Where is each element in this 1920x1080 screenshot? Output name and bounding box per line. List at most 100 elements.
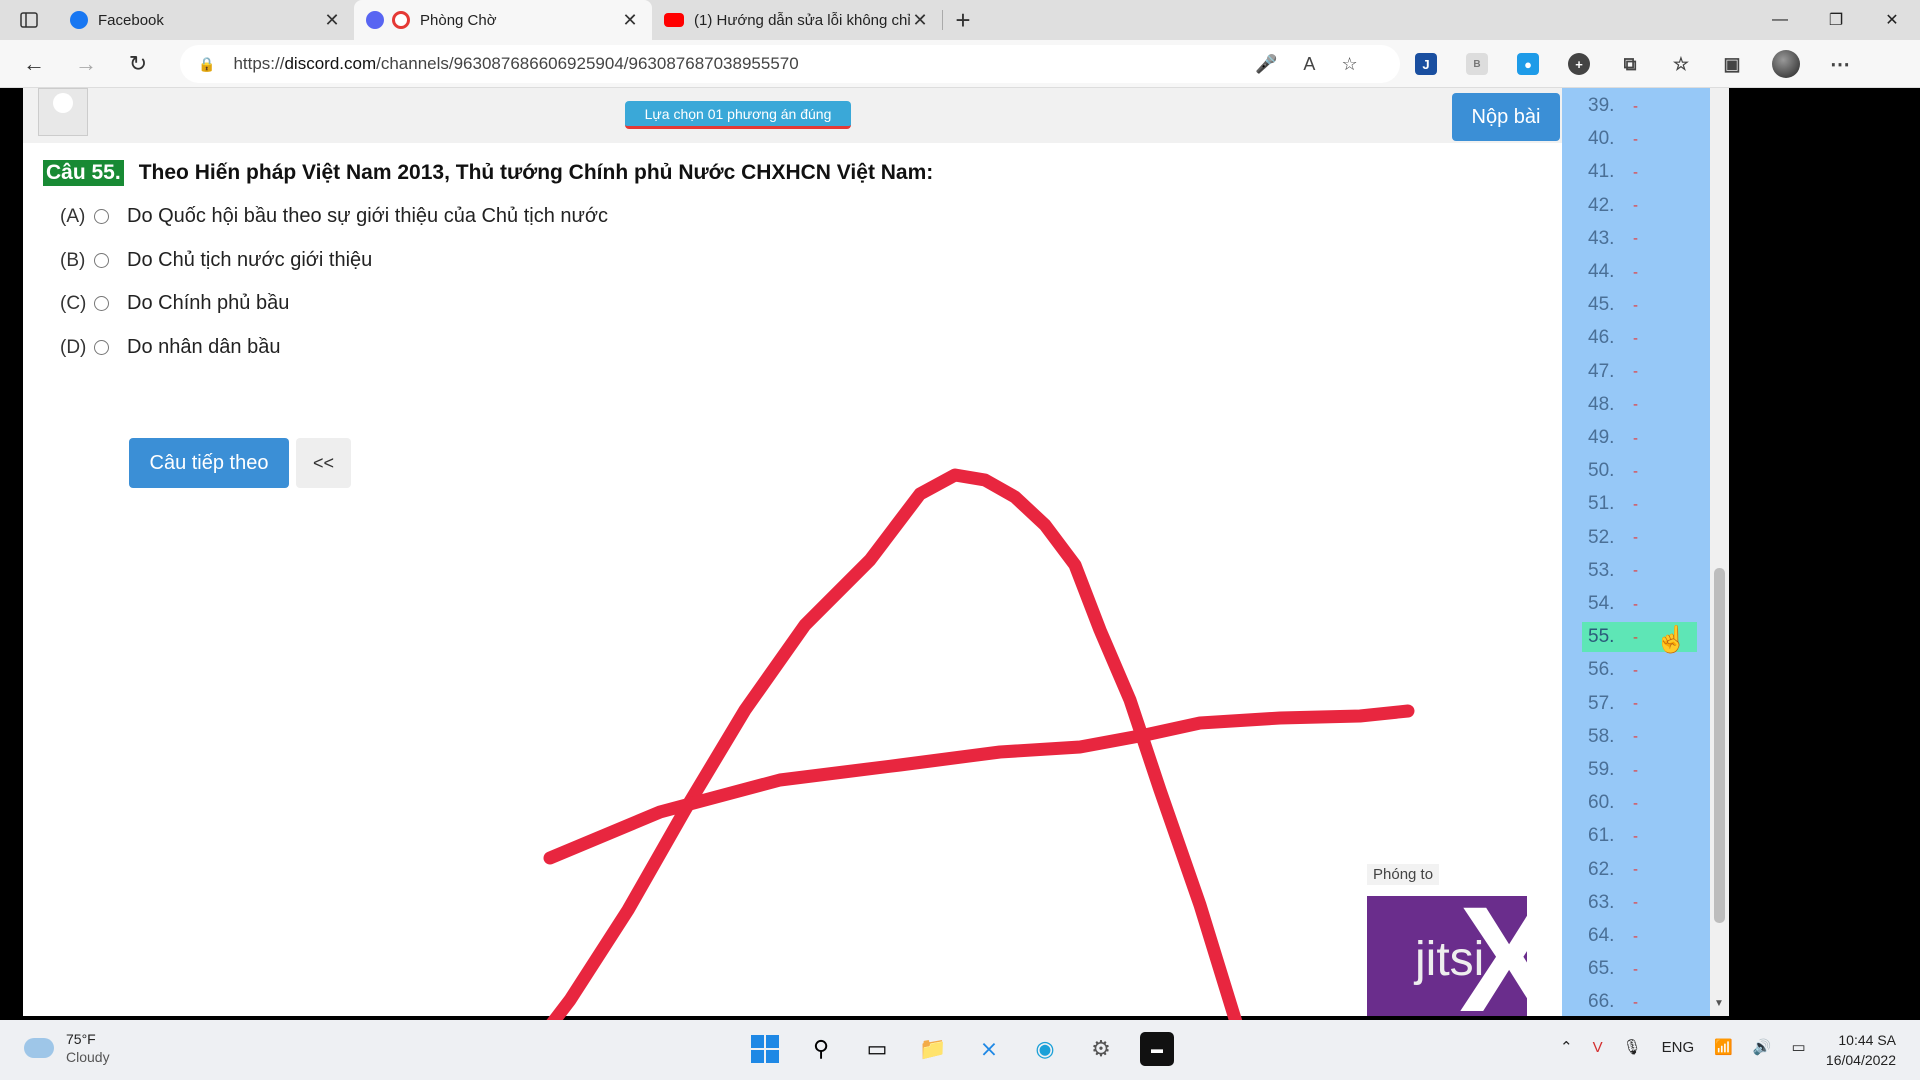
question-nav-item[interactable]: 61. - — [1588, 821, 1703, 851]
question-nav-number: 51. — [1588, 493, 1615, 515]
task-view-icon[interactable]: ▭ — [860, 1032, 894, 1066]
question-nav-item[interactable]: 40. - — [1588, 124, 1703, 154]
option-label: (A) — [60, 205, 86, 227]
question-nav-item[interactable]: 48. - — [1588, 390, 1703, 420]
vscode-icon[interactable]: ⨯ — [972, 1032, 1006, 1066]
question-nav-item[interactable]: 64. - — [1588, 921, 1703, 951]
maximize-video-label[interactable]: Phóng to — [1367, 864, 1440, 885]
question-nav-item[interactable]: 52. - — [1588, 523, 1703, 553]
url-domain: discord.com — [284, 54, 377, 73]
chevron-up-icon[interactable]: ⌃ — [1560, 1038, 1573, 1056]
settings-gear-icon[interactable]: ⚙ — [1084, 1032, 1118, 1066]
radio-button[interactable] — [94, 209, 109, 224]
question-nav-answer: - — [1633, 861, 1638, 879]
question-nav-item[interactable]: 42. - — [1588, 191, 1703, 221]
refresh-icon[interactable]: ↻ — [112, 40, 164, 88]
question-nav-answer: - — [1633, 993, 1638, 1011]
volume-icon[interactable]: 🔊 — [1753, 1038, 1772, 1056]
question-nav-item[interactable]: 59. - — [1588, 755, 1703, 785]
question-nav-item[interactable]: 56. - — [1588, 655, 1703, 685]
extension-j-icon[interactable]: J — [1415, 53, 1437, 75]
user-avatar — [38, 88, 88, 136]
tab-facebook[interactable]: Facebook ✕ — [58, 0, 354, 40]
weather-widget[interactable]: 75°F Cloudy — [24, 1030, 110, 1066]
question-nav-item[interactable]: 60. - — [1588, 788, 1703, 818]
close-tab-icon[interactable]: ✕ — [620, 10, 640, 31]
favorites-icon[interactable]: ☆ — [1670, 53, 1692, 75]
tab-youtube[interactable]: (1) Hướng dẫn sửa lỗi không chỉ ✕ — [652, 0, 942, 40]
option-d[interactable]: (D) Do nhân dân bầu — [60, 336, 280, 359]
question-nav-item[interactable]: 46. - — [1588, 323, 1703, 353]
question-nav-item[interactable]: 57. - — [1588, 689, 1703, 719]
clock[interactable]: 10:44 SA 16/04/2022 — [1826, 1030, 1896, 1070]
question-nav-number: 57. — [1588, 692, 1615, 714]
question-nav-item[interactable]: 62. - — [1588, 855, 1703, 885]
antivirus-icon[interactable]: V — [1593, 1039, 1603, 1056]
wifi-icon[interactable]: 📶 — [1714, 1038, 1733, 1056]
question-nav-item[interactable]: 66. - — [1588, 987, 1703, 1016]
submit-button[interactable]: Nộp bài — [1452, 93, 1560, 141]
question-nav-item[interactable]: 50. - — [1588, 456, 1703, 486]
question-nav-answer: - — [1633, 661, 1638, 679]
extension-plus-icon[interactable]: + — [1568, 53, 1590, 75]
question-nav-item[interactable]: 41. - — [1588, 157, 1703, 187]
read-aloud-icon[interactable]: A — [1303, 54, 1315, 75]
scrollbar-thumb[interactable] — [1714, 568, 1725, 923]
back-arrow-icon[interactable]: ← — [8, 40, 60, 88]
option-c[interactable]: (C) Do Chính phủ bầu — [60, 292, 289, 315]
record-icon — [392, 11, 410, 29]
question-nav-item[interactable]: 44. - — [1588, 257, 1703, 287]
add-favorite-icon[interactable]: ☆ — [1341, 54, 1357, 75]
extension-b-icon[interactable]: B — [1466, 53, 1488, 75]
language-indicator[interactable]: ENG — [1662, 1039, 1695, 1056]
close-window-icon[interactable]: ✕ — [1864, 0, 1920, 40]
question-nav-item[interactable]: 45. - — [1588, 290, 1703, 320]
question-nav-item[interactable]: 53. - — [1588, 556, 1703, 586]
question-nav-answer: - — [1633, 595, 1638, 613]
forward-arrow-icon[interactable]: → — [60, 40, 112, 88]
question-nav-number: 61. — [1588, 825, 1615, 847]
new-tab-button[interactable]: + — [943, 0, 983, 40]
search-icon[interactable]: ⚲ — [804, 1032, 838, 1066]
microphone-icon[interactable]: 🎤 — [1255, 54, 1277, 75]
option-b[interactable]: (B) Do Chủ tịch nước giới thiệu — [60, 249, 372, 272]
file-explorer-icon[interactable]: 📁 — [916, 1032, 950, 1066]
profile-avatar[interactable] — [1772, 50, 1800, 78]
radio-button[interactable] — [94, 340, 109, 355]
radio-button[interactable] — [94, 296, 109, 311]
restore-icon[interactable]: ❐ — [1808, 0, 1864, 40]
question-nav-number: 58. — [1588, 725, 1615, 747]
question-nav-item[interactable]: 47. - — [1588, 357, 1703, 387]
scroll-down-icon[interactable]: ▼ — [1714, 998, 1724, 1009]
jitsi-video-tile[interactable]: X jitsi — [1367, 896, 1527, 1016]
extension-drop-icon[interactable]: ● — [1517, 53, 1539, 75]
more-menu-icon[interactable]: ⋯ — [1829, 53, 1851, 76]
previous-question-button[interactable]: << — [296, 438, 351, 488]
minimize-icon[interactable]: — — [1752, 0, 1808, 40]
scrollbar[interactable]: ▼ — [1710, 88, 1729, 1016]
question-nav-item[interactable]: 65. - — [1588, 954, 1703, 984]
option-a[interactable]: (A) Do Quốc hội bầu theo sự giới thiệu c… — [60, 205, 608, 228]
question-nav-item[interactable]: 49. - — [1588, 423, 1703, 453]
extensions-puzzle-icon[interactable]: ⧉ — [1619, 53, 1641, 75]
close-tab-icon[interactable]: ✕ — [910, 10, 930, 31]
discord-icon — [366, 11, 384, 29]
question-nav-item[interactable]: 51. - — [1588, 489, 1703, 519]
question-nav-item[interactable]: 39. - — [1588, 91, 1703, 121]
start-icon[interactable] — [748, 1032, 782, 1066]
close-tab-icon[interactable]: ✕ — [322, 10, 342, 31]
battery-icon[interactable]: ▭ — [1792, 1038, 1806, 1056]
question-nav-item[interactable]: 54. - — [1588, 589, 1703, 619]
collections-icon[interactable]: ▣ — [1721, 53, 1743, 75]
terminal-icon[interactable]: ▬ — [1140, 1032, 1174, 1066]
edge-icon[interactable]: ◉ — [1028, 1032, 1062, 1066]
microphone-icon[interactable]: 🎙 — [1623, 1038, 1642, 1056]
question-nav-item[interactable]: 63. - — [1588, 888, 1703, 918]
radio-button[interactable] — [94, 253, 109, 268]
question-nav-item[interactable]: 58. - — [1588, 722, 1703, 752]
question-nav-item[interactable]: 43. - — [1588, 224, 1703, 254]
next-question-button[interactable]: Câu tiếp theo — [129, 438, 289, 488]
tab-phong-cho[interactable]: Phòng Chờ ✕ — [354, 0, 652, 40]
url-input[interactable]: 🔒 https://discord.com/channels/963087686… — [180, 45, 1400, 83]
tab-actions-icon[interactable] — [0, 0, 58, 40]
